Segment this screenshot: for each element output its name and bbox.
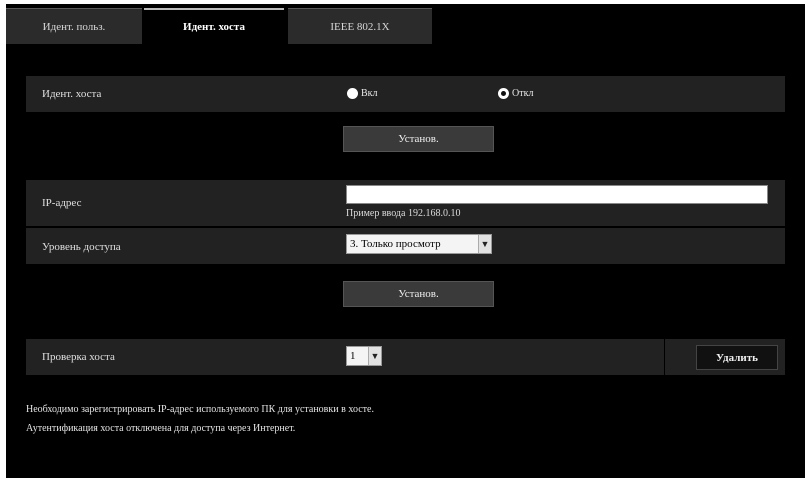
- ip-address-input[interactable]: [346, 185, 768, 204]
- host-check-label: Проверка хоста: [42, 351, 115, 363]
- host-check-value: 1: [350, 350, 356, 362]
- radio-on-label: Вкл: [361, 88, 378, 99]
- ip-address-label: IP-адрес: [42, 197, 82, 209]
- radio-off-label: Откл: [512, 88, 534, 99]
- host-auth-row: [26, 76, 785, 112]
- chevron-down-icon: ▼: [368, 347, 381, 365]
- radio-off[interactable]: Откл: [498, 88, 533, 99]
- tab-ieee8021x[interactable]: IEEE 802.1X: [288, 8, 432, 44]
- radio-on[interactable]: Вкл: [347, 88, 378, 99]
- radio-selected-icon: [498, 88, 509, 99]
- host-auth-label: Идент. хоста: [42, 88, 102, 100]
- column-divider: [664, 339, 665, 375]
- settings-panel: Идент. польз. Идент. хоста IEEE 802.1X И…: [6, 4, 805, 478]
- tab-bar: Идент. польз. Идент. хоста IEEE 802.1X: [6, 8, 805, 44]
- set-host-auth-button[interactable]: Установ.: [343, 126, 494, 152]
- access-level-select[interactable]: 3. Только просмотр ▼: [346, 234, 492, 254]
- access-level-label: Уровень доступа: [42, 241, 121, 253]
- note-line-2: Аутентификация хоста отключена для досту…: [26, 423, 296, 434]
- ip-address-hint: Пример ввода 192.168.0.10: [346, 208, 461, 219]
- radio-icon: [347, 88, 358, 99]
- chevron-down-icon: ▼: [478, 235, 491, 253]
- delete-button[interactable]: Удалить: [696, 345, 778, 370]
- note-line-1: Необходимо зарегистрировать IP-адрес исп…: [26, 404, 374, 415]
- tab-host-auth[interactable]: Идент. хоста: [144, 8, 284, 44]
- tab-user-auth[interactable]: Идент. польз.: [6, 8, 142, 44]
- access-level-value: 3. Только просмотр: [350, 238, 441, 250]
- set-ip-button[interactable]: Установ.: [343, 281, 494, 307]
- host-check-select[interactable]: 1 ▼: [346, 346, 382, 366]
- host-check-row: [26, 339, 785, 375]
